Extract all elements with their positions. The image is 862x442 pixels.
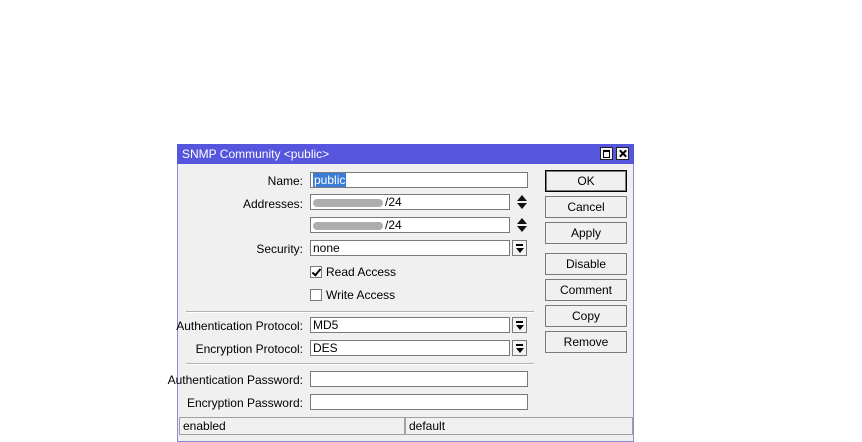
auth-password-label: Authentication Password: <box>167 373 303 387</box>
address-2-suffix: /24 <box>385 218 402 232</box>
cancel-button[interactable]: Cancel <box>545 196 627 218</box>
copy-button[interactable]: Copy <box>545 305 627 327</box>
name-value: public <box>313 173 347 187</box>
write-access-checkbox[interactable] <box>310 289 322 301</box>
snmp-community-window: SNMP Community <public> Name: public Add… <box>168 144 634 442</box>
title-bar[interactable]: SNMP Community <public> <box>177 144 634 164</box>
address-1-suffix: /24 <box>385 195 402 209</box>
enc-protocol-select[interactable]: DES <box>310 340 510 356</box>
redacted-address <box>313 221 383 230</box>
enc-protocol-label: Encryption Protocol: <box>195 342 303 356</box>
auth-protocol-dropdown-icon[interactable] <box>512 317 527 333</box>
status-enabled: enabled <box>179 417 405 435</box>
ok-button[interactable]: OK <box>545 170 627 192</box>
maximize-icon[interactable] <box>600 147 613 160</box>
window-title: SNMP Community <public> <box>182 147 330 161</box>
enc-password-label: Encryption Password: <box>186 396 303 410</box>
auth-protocol-label: Authentication Protocol: <box>176 319 303 333</box>
address-input-2[interactable]: /24 <box>310 217 510 233</box>
comment-button[interactable]: Comment <box>545 279 627 301</box>
apply-button[interactable]: Apply <box>545 222 627 244</box>
remove-button[interactable]: Remove <box>545 331 627 353</box>
read-access-checkbox[interactable] <box>310 266 322 278</box>
disable-button[interactable]: Disable <box>545 253 627 275</box>
write-access-label: Write Access <box>326 288 396 302</box>
security-value: none <box>313 241 340 255</box>
enc-protocol-value: DES <box>313 341 338 355</box>
security-label: Security: <box>256 242 303 256</box>
auth-protocol-value: MD5 <box>313 318 339 332</box>
read-access-label: Read Access <box>326 265 397 279</box>
security-dropdown-icon[interactable] <box>512 240 527 256</box>
security-select[interactable]: none <box>310 240 510 256</box>
auth-password-input[interactable] <box>310 371 528 387</box>
auth-protocol-select[interactable]: MD5 <box>310 317 510 333</box>
separator-1 <box>186 311 534 313</box>
name-input[interactable]: public <box>310 172 528 188</box>
enc-password-input[interactable] <box>310 394 528 410</box>
status-default: default <box>405 417 633 435</box>
redacted-address <box>313 198 383 207</box>
address-input-1[interactable]: /24 <box>310 194 510 210</box>
name-label: Name: <box>267 174 303 188</box>
addresses-label: Addresses: <box>242 197 303 211</box>
separator-2 <box>186 363 534 365</box>
enc-protocol-dropdown-icon[interactable] <box>512 340 527 356</box>
address-1-updown-icon[interactable] <box>516 194 528 210</box>
close-icon[interactable] <box>616 147 629 160</box>
address-2-updown-icon[interactable] <box>516 217 528 233</box>
